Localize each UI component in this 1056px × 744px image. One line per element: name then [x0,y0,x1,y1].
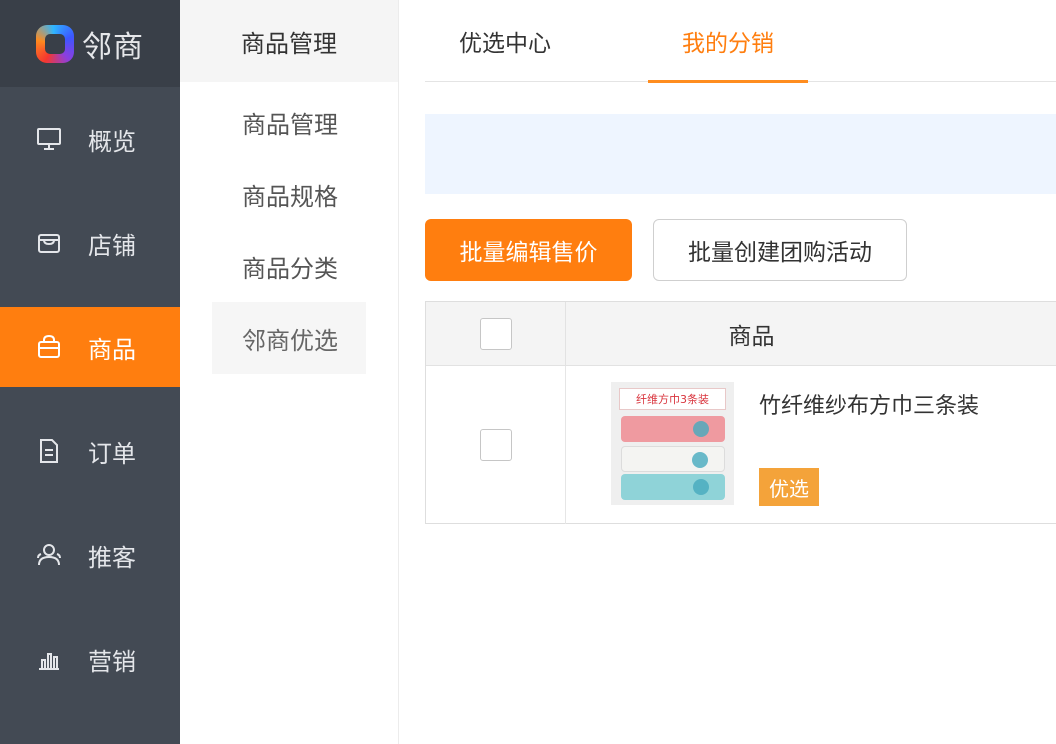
batch-edit-price-button[interactable]: 批量编辑售价 [425,219,632,281]
subnav-header: 商品管理 [180,0,398,82]
column-header-product: 商品 [728,324,775,350]
towel-white-image [621,446,725,472]
product-table: 商品 纤维方巾3条装 竹纤维纱布方巾三条装 优选 [425,301,1056,524]
table-row: 纤维方巾3条装 竹纤维纱布方巾三条装 优选 [426,366,1056,524]
towel-pink-image [621,416,725,442]
tab-selection-center[interactable]: 优选中心 [425,0,585,82]
product-thumbnail[interactable]: 纤维方巾3条装 [611,382,734,505]
sidebar-item-label: 推客 [88,543,136,572]
sidebar-item-label: 概览 [88,127,136,156]
row-checkbox[interactable] [479,429,512,461]
subnav-list: 商品管理 商品规格 商品分类 邻商优选 [180,86,398,374]
subnav-item-product-specs[interactable]: 商品规格 [180,158,398,230]
bar-chart-icon [34,645,64,673]
sidebar-item-marketing[interactable]: 营销 [0,607,180,711]
store-icon [34,229,64,257]
product-name[interactable]: 竹纤维纱布方巾三条装 [759,388,979,420]
sidebar-nav: 概览 店铺 商品 订单 推客 营销 [0,87,180,711]
sidebar-item-orders[interactable]: 订单 [0,399,180,503]
subnav-item-product-management[interactable]: 商品管理 [180,86,398,158]
header-checkbox-cell [426,302,566,365]
document-icon [34,437,64,465]
subnav-item-linshang-selection[interactable]: 邻商优选 [212,302,366,374]
brand-logo-icon [36,24,74,63]
tab-my-distribution[interactable]: 我的分销 [648,0,808,83]
users-icon [34,541,64,569]
row-checkbox-cell [426,366,566,524]
sidebar-item-products[interactable]: 商品 [0,307,180,387]
logo-text: 邻商 [82,29,144,65]
sub-sidebar: 商品管理 商品管理 商品规格 商品分类 邻商优选 [180,0,399,744]
thumbnail-caption: 纤维方巾3条装 [619,388,726,410]
select-all-checkbox[interactable] [479,317,512,350]
sidebar-item-promoters[interactable]: 推客 [0,503,180,607]
main-content: 优选中心 我的分销 批量编辑售价 批量创建团购活动 商品 纤维方巾3条装 竹纤维… [400,0,1056,744]
batch-create-group-buy-button[interactable]: 批量创建团购活动 [653,219,907,281]
subnav-item-product-categories[interactable]: 商品分类 [180,230,398,302]
logo[interactable]: 邻商 [0,0,180,87]
bag-icon [34,333,64,361]
towel-blue-image [621,474,725,500]
selection-badge: 优选 [759,468,819,506]
sidebar-item-store[interactable]: 店铺 [0,191,180,295]
table-header: 商品 [426,302,1056,366]
notice-banner [425,114,1056,194]
app-window: 邻商 概览 店铺 商品 订单 推客 营销 商品管理 商品管理 商品规格 商品分类… [0,0,1056,744]
sidebar-item-label: 营销 [88,647,136,676]
sidebar-item-label: 订单 [88,439,136,468]
sidebar-item-label: 店铺 [88,231,136,260]
main-sidebar: 邻商 概览 店铺 商品 订单 推客 营销 [0,0,180,744]
sidebar-item-overview[interactable]: 概览 [0,87,180,191]
sidebar-item-label: 商品 [88,335,136,364]
tab-bar: 优选中心 我的分销 [425,0,1056,83]
monitor-icon [34,125,64,153]
